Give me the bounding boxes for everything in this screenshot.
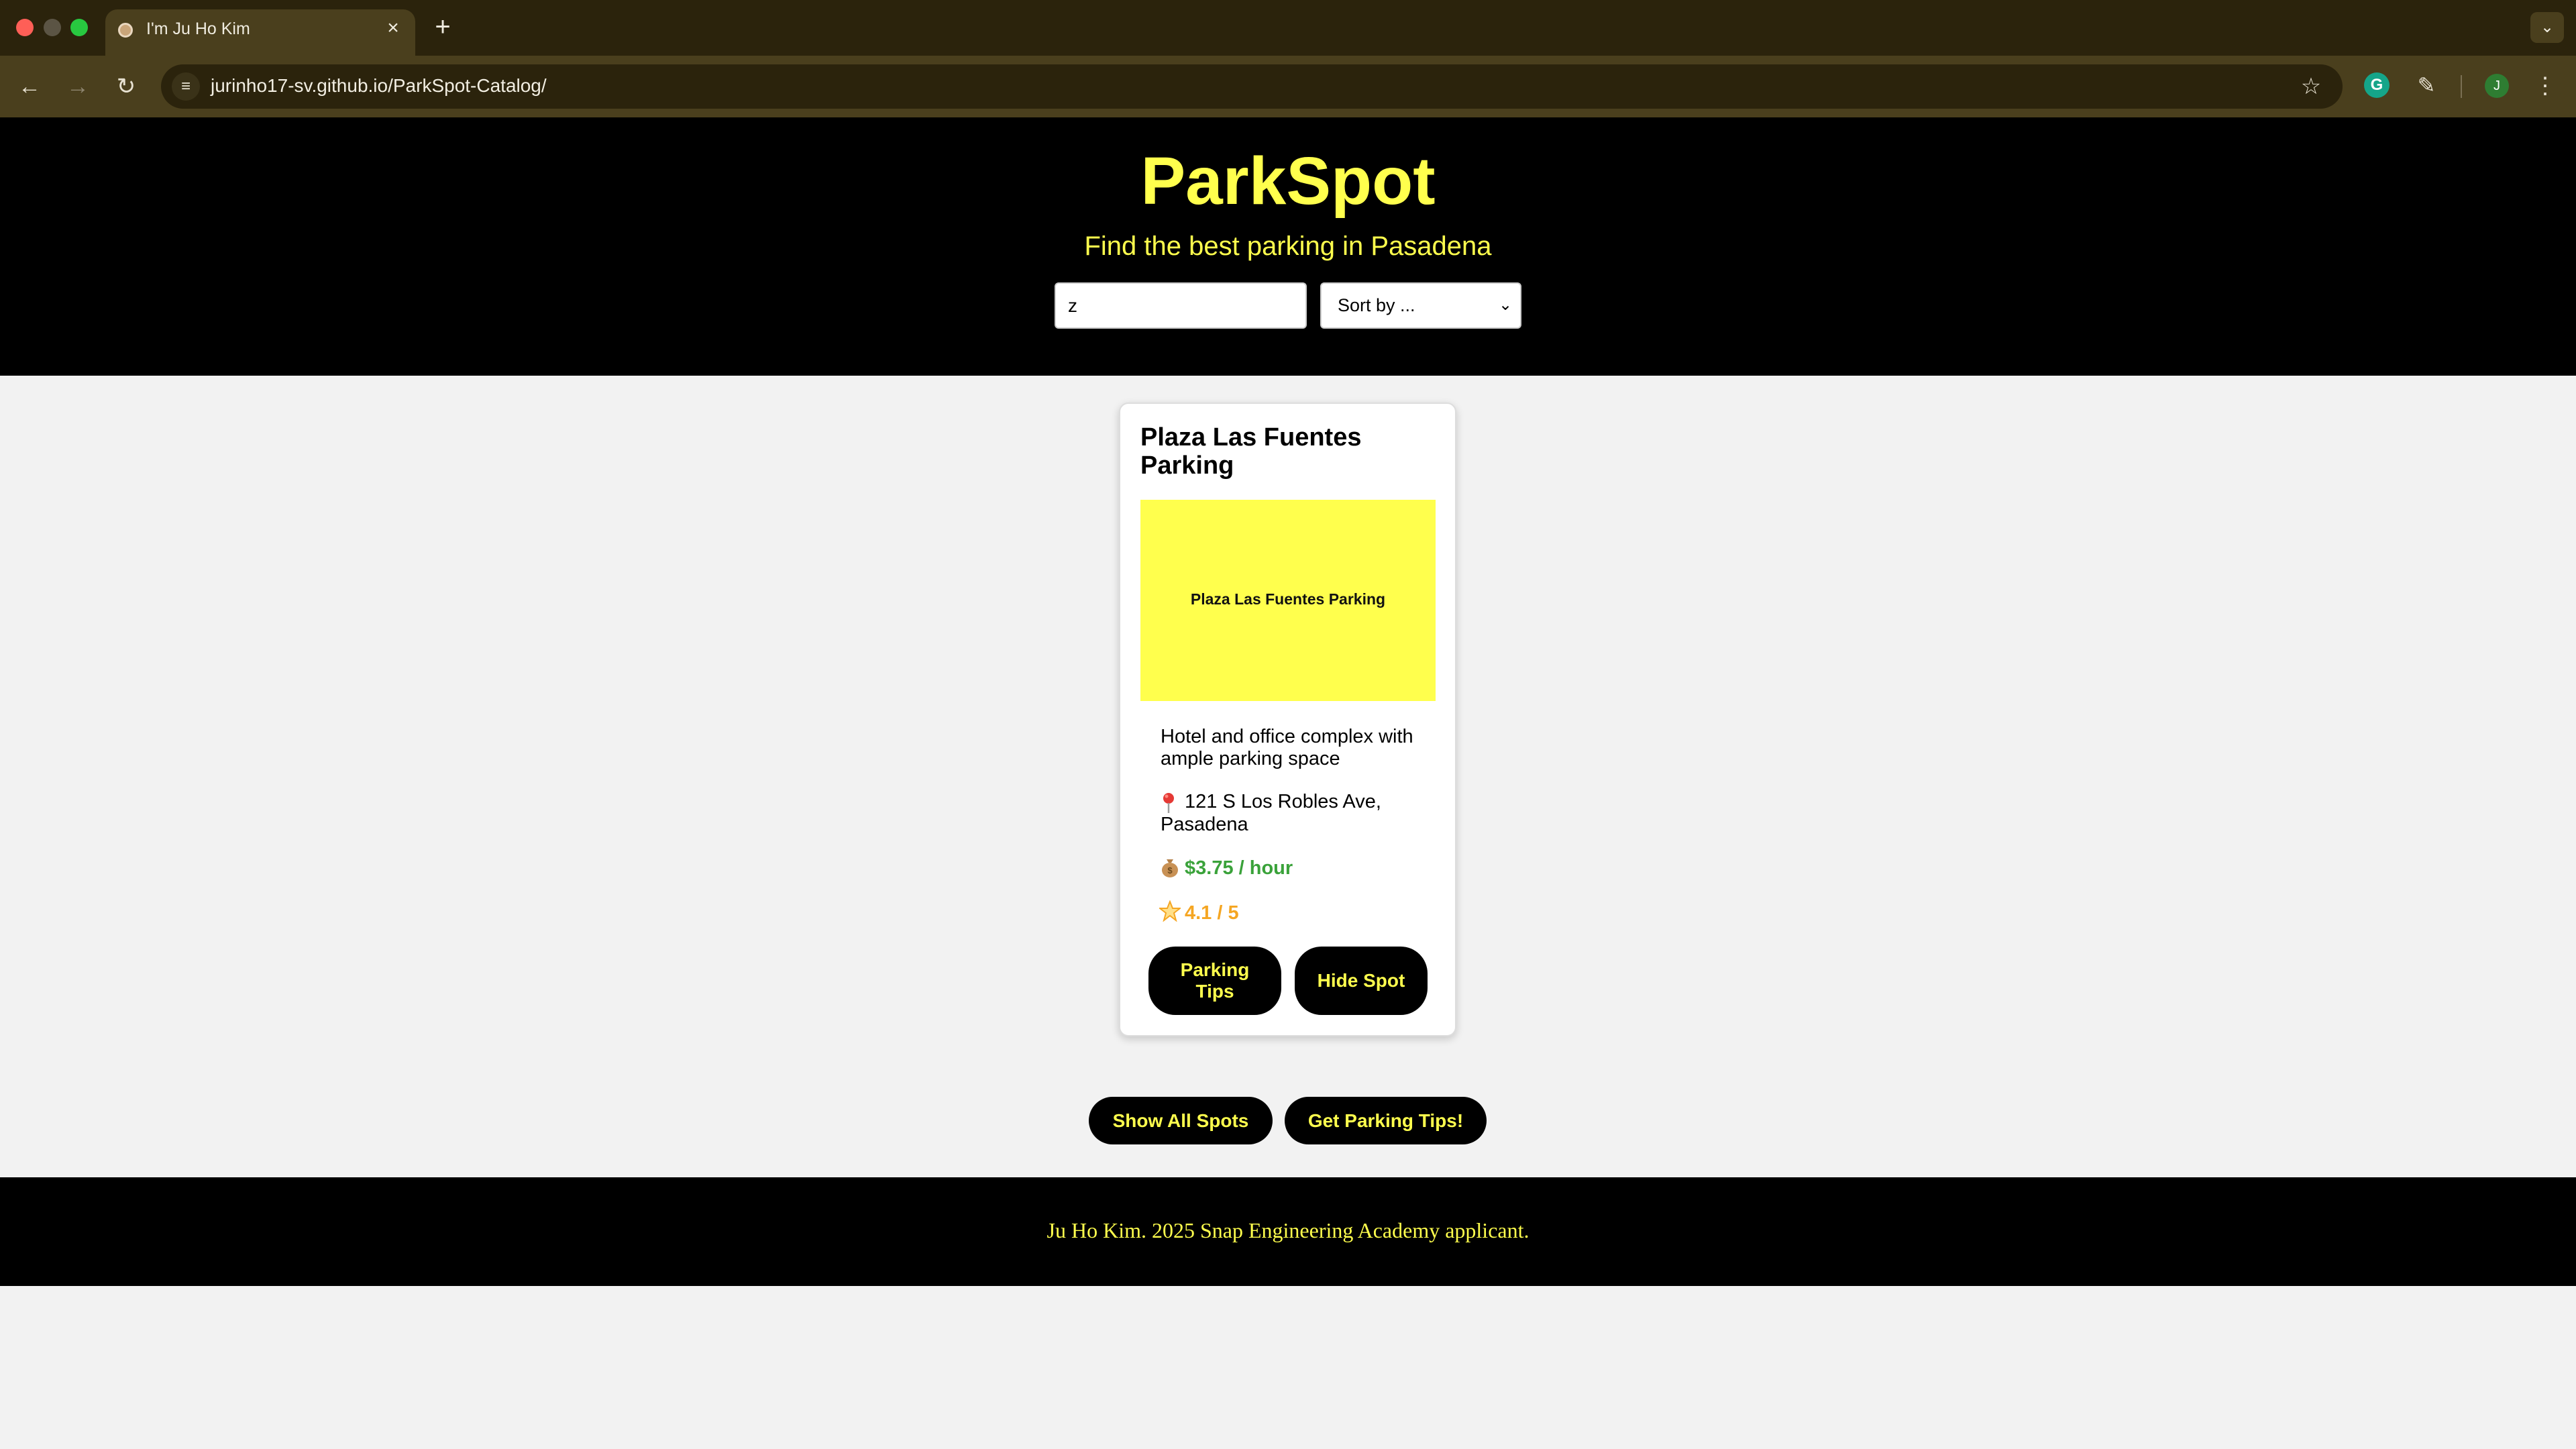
page-title: ParkSpot <box>1140 144 1436 219</box>
card-rating: 4.1 / 5 <box>1185 902 1239 924</box>
url-text[interactable]: jurinho17-sv.github.io/ParkSpot-Catalog/ <box>211 74 547 98</box>
bookmark-star-icon[interactable]: ☆ <box>2294 70 2328 103</box>
back-icon[interactable]: ← <box>12 69 47 104</box>
reload-icon[interactable]: ↻ <box>109 69 144 104</box>
forward-icon[interactable]: → <box>60 69 95 104</box>
money-bag-icon: $ <box>1162 859 1178 877</box>
sort-select-label: Sort by ... <box>1338 295 1415 315</box>
card-address: 121 S Los Robles Ave, Pasadena <box>1161 791 1381 835</box>
tab-title: I'm Ju Ho Kim <box>146 19 250 38</box>
window-zoom-button[interactable] <box>70 19 88 36</box>
get-parking-tips-button[interactable]: Get Parking Tips! <box>1285 1097 1487 1144</box>
show-all-spots-button[interactable]: Show All Spots <box>1089 1097 1273 1144</box>
window-close-button[interactable] <box>16 19 34 36</box>
new-tab-button[interactable]: + <box>429 13 456 40</box>
url-host: jurinho17-sv.github.io <box>211 75 388 96</box>
tab-search-chevron-icon[interactable]: ⌄ <box>2530 12 2564 43</box>
parking-card <box>1119 402 1456 1036</box>
svg-text:$: $ <box>1167 865 1173 875</box>
search-input[interactable] <box>1055 282 1307 329</box>
hide-spot-button[interactable]: Hide Spot <box>1295 947 1428 1015</box>
menu-icon[interactable]: ⋮ <box>2532 70 2559 102</box>
profile-avatar[interactable]: J <box>2485 74 2509 98</box>
star-icon <box>1159 900 1181 922</box>
chevron-down-icon: ⌄ <box>1499 296 1513 314</box>
extensions-icon[interactable]: ✎ <box>2411 70 2442 101</box>
tab-close-icon[interactable]: × <box>381 16 405 40</box>
toolbar-divider <box>2461 75 2462 98</box>
card-title: Plaza Las Fuentes Parking <box>1140 423 1362 480</box>
tab-favicon-icon <box>118 23 133 38</box>
card-image-label: Plaza Las Fuentes Parking <box>1190 590 1386 608</box>
site-info-icon[interactable]: ≡ <box>172 72 200 101</box>
footer-text: Ju Ho Kim. 2025 Snap Engineering Academy… <box>1046 1218 1529 1242</box>
grammarly-icon[interactable]: G <box>2364 72 2390 98</box>
page-subtitle: Find the best parking in Pasadena <box>1084 231 1492 261</box>
card-price: $3.75 / hour <box>1185 857 1293 879</box>
url-path: /ParkSpot-Catalog/ <box>388 75 547 96</box>
window-minimize-button[interactable] <box>44 19 61 36</box>
card-description: Hotel and office complex with ample park… <box>1161 726 1413 769</box>
parking-tips-button[interactable]: Parking Tips <box>1148 947 1281 1015</box>
